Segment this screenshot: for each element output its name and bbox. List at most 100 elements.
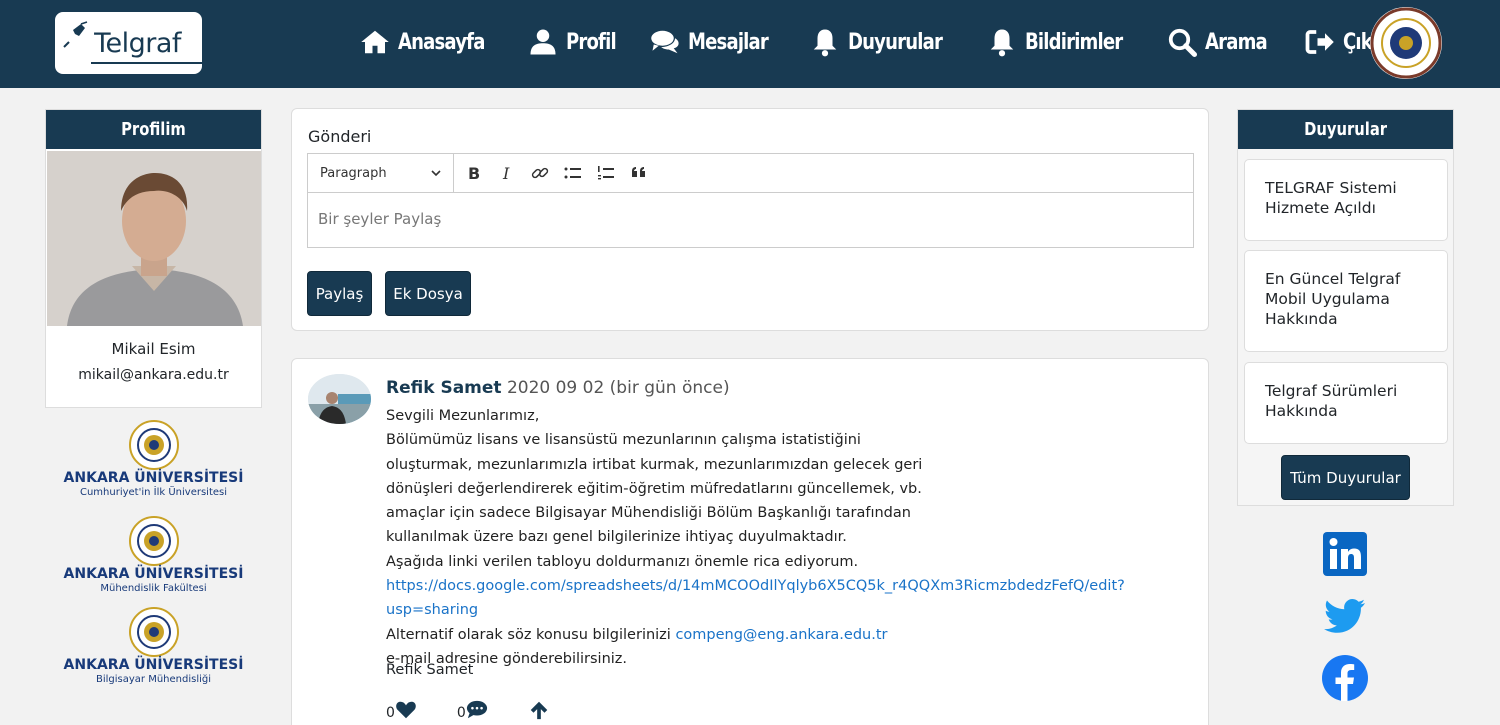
announcements-title: Duyurular [1303,119,1387,140]
share-post-button[interactable] [528,699,550,721]
blockquote-button[interactable] [622,154,655,192]
link-button[interactable] [523,154,556,192]
telgraf-logo[interactable]: Telgraf [55,12,221,74]
profile-photo[interactable] [47,151,261,326]
post-date: 2020 09 02 (bir gün önce) [506,378,730,398]
bold-button[interactable]: B [457,154,490,192]
bulleted-list-icon [564,167,581,179]
spreadsheet-link[interactable]: https://docs.google.com/spreadsheets/d/1… [386,578,1125,618]
heart-icon [396,701,416,719]
department-logo[interactable]: ANKARA ÜNİVERSİTESİ Bilgisayar Mühendisl… [45,607,262,685]
post-editor[interactable]: Bir şeyler Paylaş [307,193,1194,248]
announcements-card: Duyurular TELGRAF Sistemi Hizmete Açıldı… [1237,109,1454,506]
comment-count: 0 [456,705,466,721]
university-subtitle: Bilgisayar Mühendisliği [95,674,212,685]
profile-email: mikail@ankara.edu.tr [78,367,229,383]
like-button[interactable]: 0 [386,699,417,721]
italic-button[interactable]: I [490,154,523,192]
nav-label: Mesajlar [688,29,769,55]
nav-duyurular[interactable]: Duyurular [810,27,963,57]
university-name: ANKARA ÜNİVERSİTESİ [63,470,244,486]
post-body: Sevgili Mezunlarımız, Bölümümüz lisans v… [386,404,1206,671]
post-header: Refik Samet 2020 09 02 (bir gün önce) [386,378,730,398]
nav-label: Anasayfa [398,29,485,55]
university-subtitle: Mühendislik Fakültesi [100,583,207,594]
announcement-item[interactable]: TELGRAF Sistemi Hizmete Açıldı [1244,159,1448,241]
author-avatar[interactable] [308,374,371,424]
post-signature: Refik Samet [386,662,474,678]
bold-icon: B [468,164,480,183]
ankara-university-seal-icon[interactable] [1369,6,1443,80]
person-avatar-icon [47,151,261,326]
nav-profil[interactable]: Profil [528,27,627,57]
quote-icon [631,167,645,177]
user-icon [530,29,556,55]
comment-button[interactable]: 0 [457,699,488,721]
svg-text:B: B [468,164,480,183]
comment-icon [466,700,487,719]
university-name: ANKARA ÜNİVERSİTESİ [63,657,244,673]
post-author[interactable]: Refik Samet [386,378,502,398]
announcement-item[interactable]: En Güncel Telgraf Mobil Uygulama Hakkınd… [1244,250,1448,352]
post-composer: Gönderi Paragraph B I Bir şeyler Paylaş … [291,108,1209,331]
link-icon [531,167,548,179]
linkedin-icon[interactable] [1321,530,1369,578]
university-logo[interactable]: ANKARA ÜNİVERSİTESİ Cumhuriyet'in İlk Ün… [45,420,262,498]
profile-card: Profilim Mikail Esim mikail@ankara.edu.t… [45,109,262,408]
editor-toolbar: Paragraph B I [307,153,1194,193]
like-count: 0 [386,705,395,721]
share-button[interactable]: Paylaş [307,271,372,316]
quill-pen-icon [63,21,88,48]
profile-name: Mikail Esim [111,340,196,358]
search-icon [1169,28,1198,57]
post-line: kullanılmak üzere bazı genel bilgilerini… [386,529,847,546]
numbered-list-icon [597,166,614,180]
logo-text: Telgraf [94,27,181,59]
announcement-title: Telgraf Sürümleri Hakkında [1265,382,1398,420]
person-avatar-icon [308,374,371,424]
all-announcements-button[interactable]: Tüm Duyurular [1281,455,1410,500]
nav-anasayfa[interactable]: Anasayfa [360,27,504,57]
attach-file-label: Ek Dosya [393,284,463,303]
logo-underline [91,62,221,64]
nav-mesajlar[interactable]: Mesajlar [650,27,786,57]
arrow-up-icon [530,701,548,720]
all-announcements-label: Tüm Duyurular [1290,468,1401,487]
university-subtitle: Cumhuriyet'in İlk Üniversitesi [79,487,228,498]
attach-file-button[interactable]: Ek Dosya [385,271,471,316]
faculty-logo[interactable]: ANKARA ÜNİVERSİTESİ Mühendislik Fakültes… [45,516,262,594]
university-name: ANKARA ÜNİVERSİTESİ [63,566,244,582]
nav-label: Arama [1205,29,1268,55]
italic-icon: I [502,164,510,183]
post-line: amaçlar için sadece Bilgisayar Mühendisl… [386,505,911,522]
comments-icon [651,30,679,54]
sign-out-icon [1305,30,1334,54]
post-line: Bölümümüz lisans ve lisansüstü mezunları… [386,432,861,449]
composer-title: Gönderi [308,127,372,146]
nav-label: Bildirimler [1024,29,1123,55]
post-line: Sevgili Mezunlarımız, [386,408,540,424]
post-line: dönüşleri değerlendirerek eğitim-öğretim… [386,480,922,497]
nav-label: Profil [565,29,617,55]
nav-arama[interactable]: Arama [1167,27,1281,57]
numbered-list-button[interactable] [589,154,622,192]
announcement-item[interactable]: Telgraf Sürümleri Hakkında [1244,362,1448,444]
nav-label: Duyurular [847,29,943,55]
top-navbar: Telgraf Anasayfa Profil Mesajlar Duyurul… [0,0,1500,88]
contact-email-link[interactable]: compeng@eng.ankara.edu.tr [675,627,887,643]
chevron-down-icon [431,170,441,177]
post-line: e-mail adresine gönderebilirsiniz. [386,650,628,667]
announcements-header: Duyurular [1238,110,1453,149]
paragraph-format-value: Paragraph [320,165,387,181]
facebook-icon[interactable] [1321,654,1369,702]
bulleted-list-button[interactable] [556,154,589,192]
twitter-icon[interactable] [1321,592,1369,640]
editor-placeholder: Bir şeyler Paylaş [318,210,442,228]
post-actions: 0 0 [386,699,590,721]
announcement-title: En Güncel Telgraf Mobil Uygulama Hakkınd… [1265,270,1401,328]
main-nav: Anasayfa Profil Mesajlar Duyurular Bildi… [360,22,1421,62]
post-line: oluşturmak, mezunlarımızla irtibat kurma… [386,456,923,473]
nav-bildirimler[interactable]: Bildirimler [987,27,1144,57]
profile-card-header: Profilim [46,110,261,149]
paragraph-format-select[interactable]: Paragraph [308,154,454,192]
